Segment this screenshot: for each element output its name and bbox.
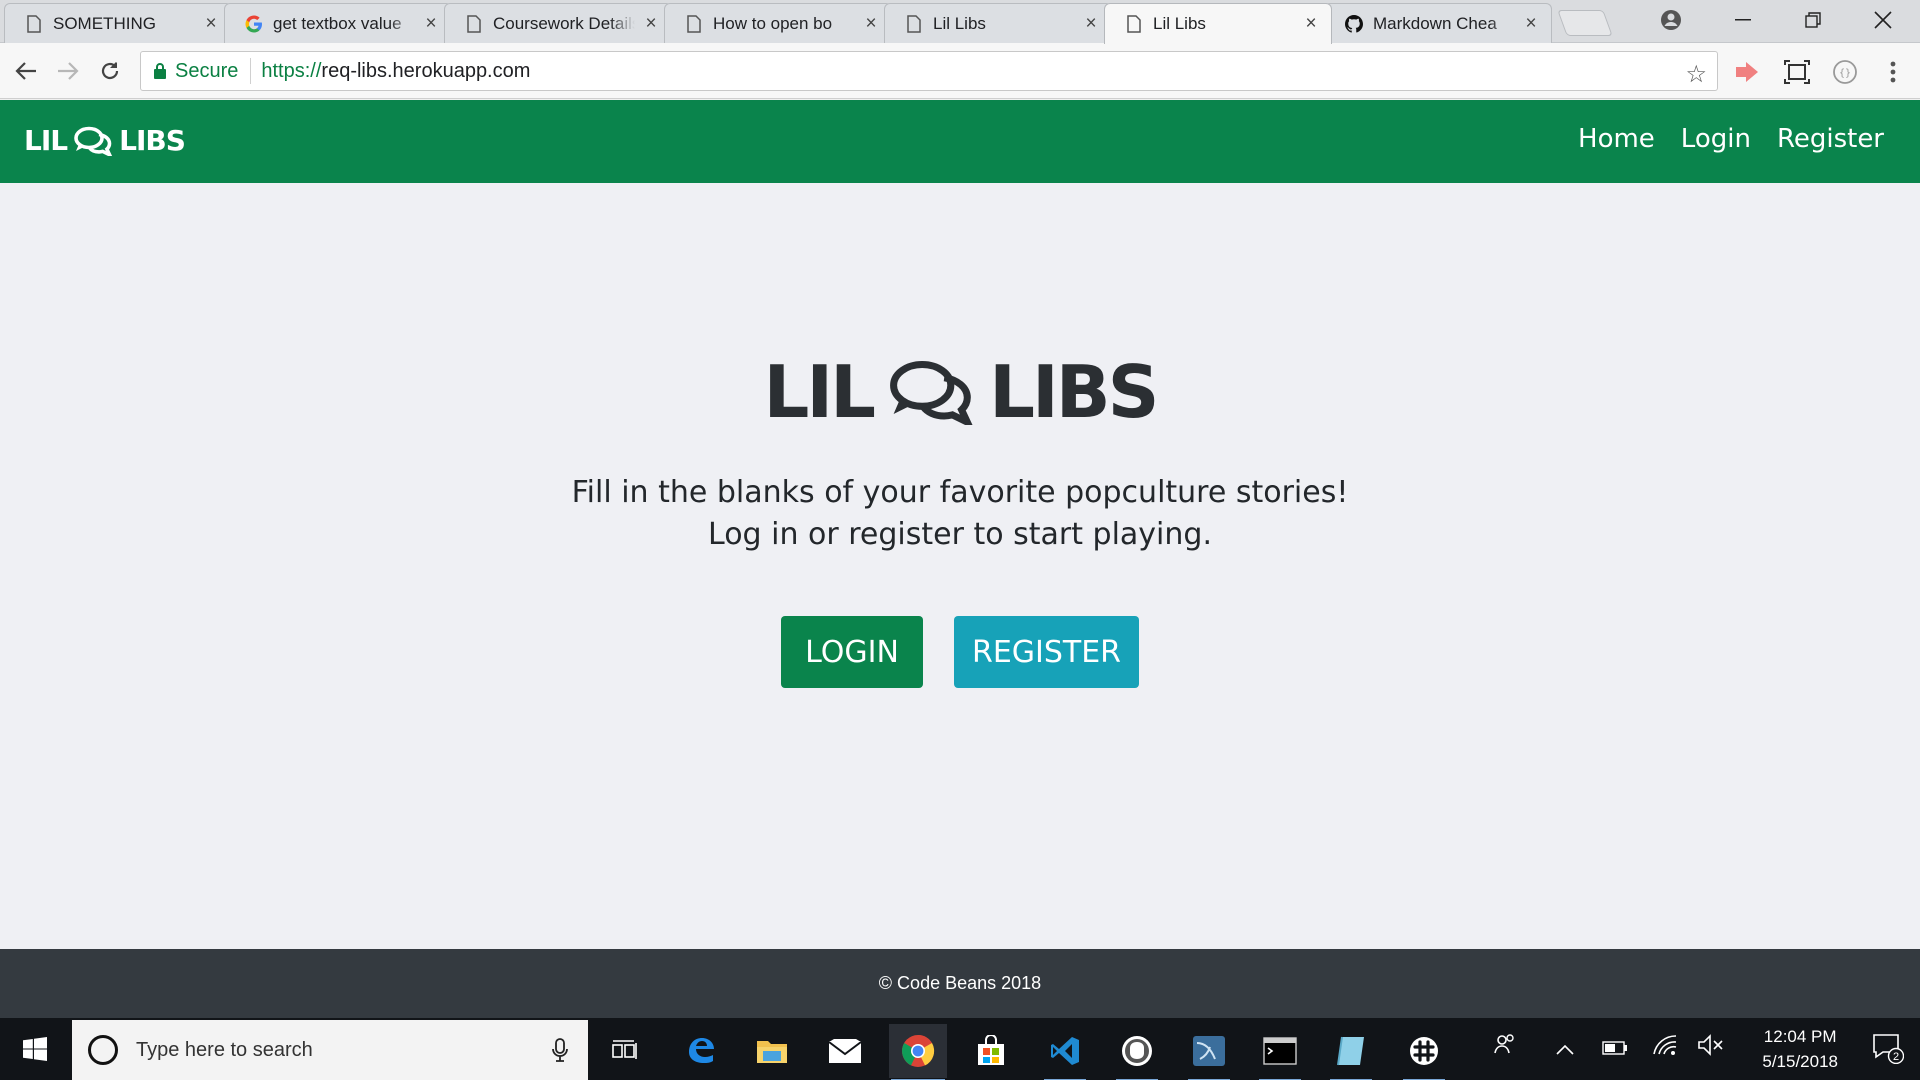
website-viewport: LIL LIBS Home Login Register LIL LIBS Fi… (0, 100, 1920, 1018)
hero-logo-left-text: LIL (763, 350, 877, 434)
footer-copyright: © Code Beans 2018 (878, 973, 1042, 993)
tray-expand-chevron-icon[interactable] (1556, 1038, 1574, 1061)
close-window-icon[interactable] (1852, 0, 1914, 40)
chat-bubbles-icon (890, 360, 973, 425)
notes-app-icon[interactable] (1322, 1024, 1380, 1080)
nav-login-link[interactable]: Login (1681, 124, 1751, 154)
hero-section: LIL LIBS Fill in the blanks of your favo… (0, 350, 1920, 688)
hero-tagline: Fill in the blanks of your favorite popc… (571, 475, 1349, 552)
action-center-icon[interactable]: 2 (1872, 1032, 1905, 1069)
chrome-icon[interactable] (889, 1024, 947, 1080)
brand-left-text: LIL (24, 124, 68, 157)
nav-register-link[interactable]: Register (1777, 124, 1884, 154)
minimize-icon[interactable] (1712, 0, 1774, 40)
tab-title: get textbox value (273, 13, 402, 33)
tab-coursework-details[interactable]: Coursework Details × (444, 3, 672, 43)
login-button[interactable]: LOGIN (781, 616, 923, 688)
site-navbar: LIL LIBS Home Login Register (0, 100, 1920, 183)
navbar-brand[interactable]: LIL LIBS (24, 124, 186, 157)
browser-toolbar: Secure https:// req-libs.herokuapp.com ☆… (0, 43, 1920, 99)
tab-title: SOMETHING (53, 13, 156, 33)
battery-icon[interactable] (1602, 1038, 1628, 1061)
tab-title: Markdown Chea (1373, 13, 1497, 33)
tab-close-icon[interactable]: × (1521, 13, 1541, 34)
reload-icon[interactable] (92, 53, 128, 89)
secure-label: Secure (175, 59, 239, 82)
tab-get-textbox-value[interactable]: get textbox value × (224, 3, 452, 43)
mysql-workbench-icon[interactable] (1180, 1024, 1238, 1080)
page-icon (905, 14, 923, 33)
tab-close-icon[interactable]: × (1081, 13, 1101, 34)
github-desktop-icon[interactable] (1108, 1024, 1166, 1080)
tab-markdown-cheatsheet[interactable]: Markdown Chea × (1324, 3, 1552, 43)
tab-lil-libs-active[interactable]: Lil Libs × (1104, 3, 1332, 44)
browser-tab-strip: SOMETHING × get textbox value × Coursewo… (0, 0, 1920, 44)
tab-title: Coursework Details (493, 13, 635, 33)
page-icon (1125, 15, 1143, 33)
tab-something[interactable]: SOMETHING × (4, 3, 232, 43)
hero-logo-right-text: LIBS (989, 350, 1159, 434)
hero-logo: LIL LIBS (763, 350, 1160, 434)
tab-title: Lil Libs (933, 13, 986, 33)
page-icon (465, 14, 483, 33)
restore-icon[interactable] (1782, 0, 1844, 40)
new-tab-button[interactable] (1557, 10, 1613, 36)
edge-browser-icon[interactable] (672, 1024, 730, 1078)
omnibox-divider (250, 58, 252, 84)
clock-date: 5/15/2018 (1762, 1052, 1838, 1071)
tab-close-icon[interactable]: × (861, 13, 881, 34)
screenshot-extension-icon[interactable] (1782, 57, 1812, 87)
tab-title: How to open bo (713, 13, 833, 33)
volume-muted-icon[interactable] (1698, 1034, 1724, 1062)
profile-icon[interactable] (1640, 0, 1702, 40)
clock-time: 12:04 PM (1763, 1027, 1837, 1046)
tab-title: Lil Libs (1153, 14, 1206, 33)
site-footer: © Code Beans 2018 (0, 949, 1920, 1018)
tab-close-icon[interactable]: × (641, 13, 661, 34)
register-button[interactable]: REGISTER (954, 616, 1139, 688)
svg-text:{}: {} (1839, 68, 1851, 79)
microphone-icon[interactable] (552, 1038, 568, 1062)
chat-bubbles-icon (74, 126, 113, 156)
windows-taskbar: Type here to search 12:04 PM 5/15/2018 2 (0, 1018, 1920, 1080)
terminal-icon[interactable] (1251, 1024, 1309, 1080)
hero-button-row: LOGIN REGISTER (0, 616, 1920, 688)
tab-how-to-open[interactable]: How to open bo × (664, 3, 892, 43)
json-extension-icon[interactable]: {} (1830, 57, 1860, 87)
tab-close-icon[interactable]: × (201, 13, 221, 34)
back-icon[interactable] (8, 53, 44, 89)
mail-icon[interactable] (816, 1024, 874, 1078)
url-host: req-libs.herokuapp.com (321, 59, 531, 82)
navbar-links: Home Login Register (1578, 124, 1884, 154)
taskbar-search-placeholder: Type here to search (136, 1038, 313, 1061)
cortana-icon (88, 1035, 118, 1065)
store-icon[interactable] (962, 1024, 1020, 1078)
forward-icon[interactable] (50, 53, 86, 89)
nav-home-link[interactable]: Home (1578, 124, 1655, 154)
file-explorer-icon[interactable] (743, 1024, 801, 1078)
address-bar[interactable]: Secure https:// req-libs.herokuapp.com ☆ (140, 51, 1718, 91)
url-scheme: https:// (261, 59, 322, 82)
page-icon (25, 14, 43, 33)
tab-close-icon[interactable]: × (1301, 13, 1321, 34)
brand-right-text: LIBS (119, 124, 186, 157)
github-icon (1345, 14, 1363, 33)
task-view-icon[interactable] (596, 1024, 654, 1078)
tab-lil-libs[interactable]: Lil Libs × (884, 3, 1112, 43)
extension-share-icon[interactable] (1732, 57, 1762, 87)
notification-count: 2 (1893, 1051, 1899, 1063)
people-icon[interactable] (1493, 1032, 1517, 1062)
menu-kebab-icon[interactable] (1878, 57, 1908, 87)
lock-icon (154, 63, 166, 79)
system-clock[interactable]: 12:04 PM 5/15/2018 (1762, 1024, 1838, 1074)
bookmark-star-icon[interactable]: ☆ (1685, 60, 1707, 89)
tab-close-icon[interactable]: × (421, 13, 441, 34)
taskbar-search-box[interactable]: Type here to search (72, 1020, 588, 1080)
page-icon (685, 14, 703, 33)
slack-icon[interactable] (1395, 1024, 1453, 1080)
google-icon (245, 15, 263, 33)
windows-start-icon[interactable] (0, 1018, 70, 1080)
wifi-icon[interactable] (1652, 1034, 1678, 1062)
vscode-icon[interactable] (1036, 1024, 1094, 1080)
